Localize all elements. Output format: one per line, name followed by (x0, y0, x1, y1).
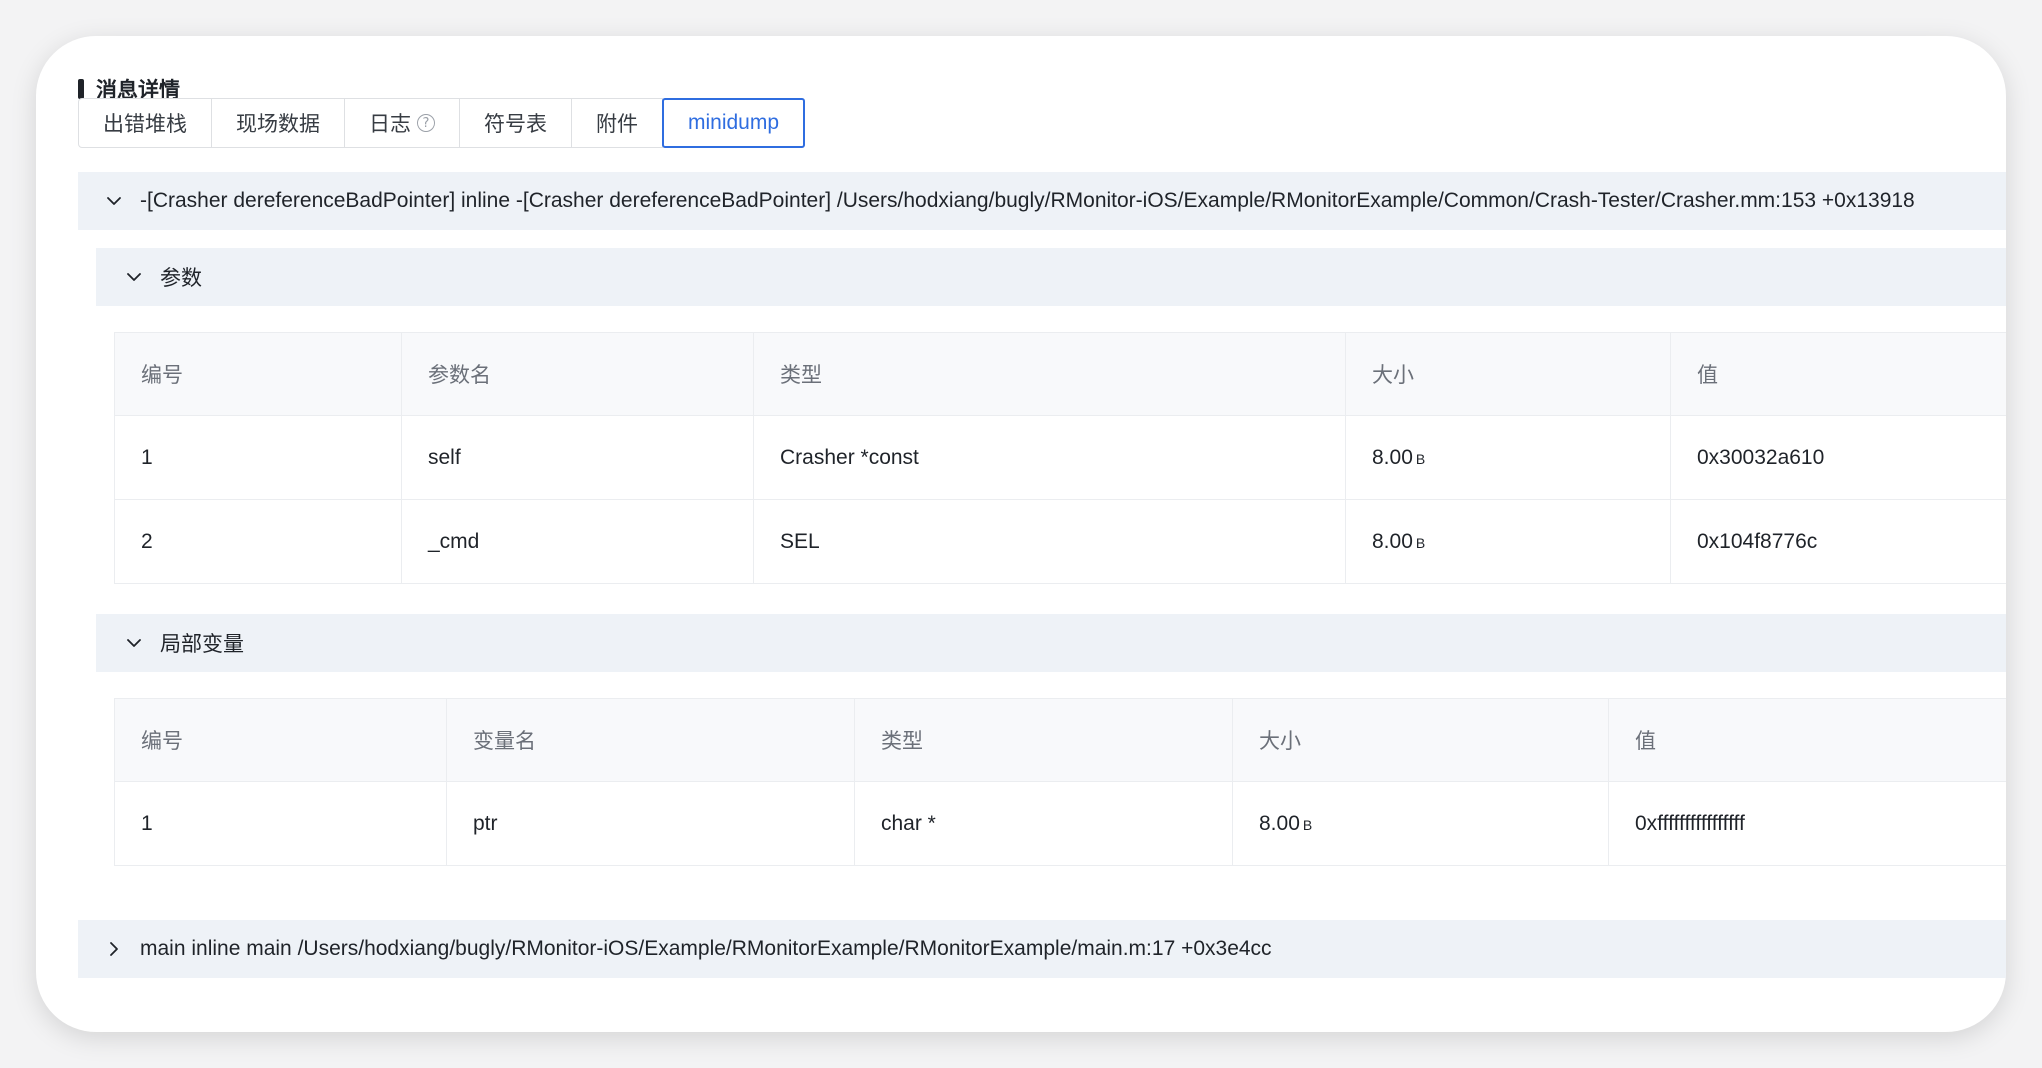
locals-section-header[interactable]: 局部变量 (96, 614, 2006, 672)
stack-frame-header[interactable]: main inline main /Users/hodxiang/bugly/R… (78, 920, 2006, 978)
size-value: 8.00 (1259, 811, 1300, 835)
table-row: 2 _cmd SEL 8.00 B 0x104f8776c (114, 499, 2006, 584)
params-table: 编号 参数名 类型 大小 值 1 self Crasher *const 8.0… (114, 332, 2006, 584)
chevron-down-icon[interactable] (106, 193, 122, 209)
cell-size: 8.00 B (1232, 781, 1609, 866)
tab-label: 出错堆栈 (103, 112, 187, 136)
section-title-marker (78, 79, 84, 99)
chevron-right-icon[interactable] (106, 941, 122, 957)
stack-frame-text: -[Crasher dereferenceBadPointer] inline … (140, 189, 1915, 212)
column-header-index: 编号 (114, 332, 402, 416)
cell-index: 1 (114, 415, 402, 500)
cell-type: Crasher *const (753, 415, 1346, 500)
cell-value: 0x104f8776c (1670, 499, 2006, 584)
column-header-index: 编号 (114, 698, 447, 782)
chevron-down-icon[interactable] (126, 269, 142, 285)
column-header-type: 类型 (854, 698, 1233, 782)
cell-size: 8.00 B (1345, 499, 1671, 584)
table-header-row: 编号 参数名 类型 大小 值 (114, 332, 2006, 416)
message-detail-card: 消息详情 出错堆栈 现场数据 日志 ? 符号表 附件 minidump -[Cr… (36, 36, 2006, 1032)
cell-type: SEL (753, 499, 1346, 584)
help-circle-icon[interactable]: ? (417, 114, 435, 132)
size-unit: B (1302, 816, 1313, 833)
detail-tabs: 出错堆栈 现场数据 日志 ? 符号表 附件 minidump (78, 98, 806, 148)
column-header-size: 大小 (1345, 332, 1671, 416)
cell-value: 0x30032a610 (1670, 415, 2006, 500)
tab-scene-data[interactable]: 现场数据 (212, 98, 345, 148)
params-section-title: 参数 (160, 266, 202, 290)
cell-name: self (401, 415, 754, 500)
tab-minidump[interactable]: minidump (662, 98, 806, 148)
cell-name: _cmd (401, 499, 754, 584)
column-header-type: 类型 (753, 332, 1346, 416)
cell-name: ptr (446, 781, 855, 866)
column-header-value: 值 (1670, 332, 2006, 416)
size-value: 8.00 (1372, 445, 1413, 469)
locals-section-title: 局部变量 (160, 632, 244, 656)
column-header-size: 大小 (1232, 698, 1609, 782)
tab-label: 符号表 (484, 112, 547, 136)
params-section-header[interactable]: 参数 (96, 248, 2006, 306)
cell-value: 0xffffffffffffffff (1608, 781, 2006, 866)
column-header-name: 变量名 (446, 698, 855, 782)
locals-table: 编号 变量名 类型 大小 值 1 ptr char * 8.00 B 0xffff… (114, 698, 2006, 866)
size-unit: B (1415, 450, 1426, 467)
cell-index: 1 (114, 781, 447, 866)
tab-error-stack[interactable]: 出错堆栈 (78, 98, 212, 148)
cell-size: 8.00 B (1345, 415, 1671, 500)
stack-frame-header[interactable]: -[Crasher dereferenceBadPointer] inline … (78, 172, 2006, 230)
tab-label: 现场数据 (236, 112, 320, 136)
table-row: 1 self Crasher *const 8.00 B 0x30032a610 (114, 415, 2006, 500)
cell-index: 2 (114, 499, 402, 584)
cell-type: char * (854, 781, 1233, 866)
column-header-name: 参数名 (401, 332, 754, 416)
table-row: 1 ptr char * 8.00 B 0xffffffffffffffff (114, 781, 2006, 866)
tab-label: 日志 (369, 112, 411, 136)
chevron-down-icon[interactable] (126, 635, 142, 651)
tab-label: 附件 (596, 112, 638, 136)
column-header-value: 值 (1608, 698, 2006, 782)
tab-attachments[interactable]: 附件 (572, 98, 663, 148)
tab-symbol-table[interactable]: 符号表 (460, 98, 572, 148)
table-header-row: 编号 变量名 类型 大小 值 (114, 698, 2006, 782)
tab-label: minidump (688, 111, 780, 134)
size-value: 8.00 (1372, 529, 1413, 553)
stack-frame-text: main inline main /Users/hodxiang/bugly/R… (140, 937, 1272, 960)
tab-log[interactable]: 日志 ? (345, 98, 460, 148)
size-unit: B (1415, 534, 1426, 551)
